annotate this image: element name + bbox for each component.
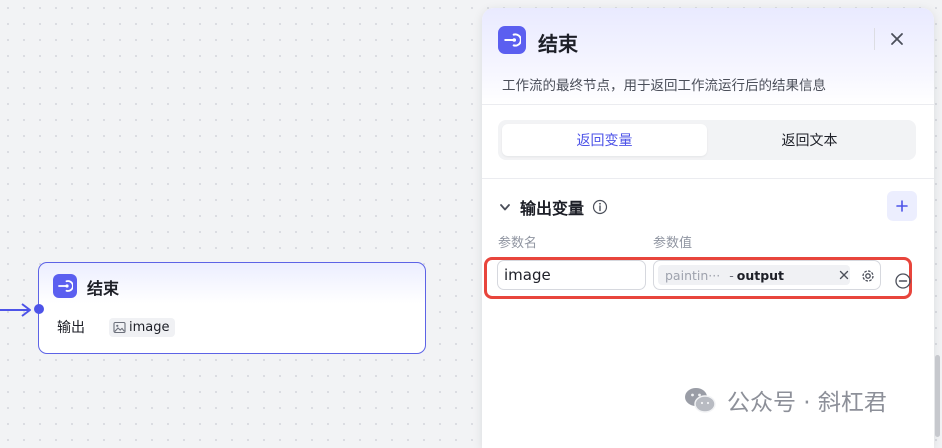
watermark: 公众号 · 斜杠君 (683, 383, 887, 417)
panel-description: 工作流的最终节点，用于返回工作流运行后的结果信息 (502, 78, 826, 94)
node-output-tag: image (109, 317, 175, 337)
end-node-icon (53, 274, 77, 298)
chevron-down-icon[interactable] (498, 200, 512, 214)
param-row: paintin··· - output (482, 256, 934, 300)
tab-return-text[interactable]: 返回文本 (707, 124, 912, 156)
watermark-text: 公众号 · 斜杠君 (727, 390, 887, 416)
node-output-row: 输出 image (57, 317, 175, 337)
header-divider (874, 28, 875, 50)
end-node[interactable]: 结束 输出 image (34, 262, 426, 354)
panel-title: 结束 (538, 32, 578, 56)
output-variables-header: 输出变量 (498, 195, 608, 219)
node-output-label: 输出 (57, 320, 85, 336)
plus-icon (896, 200, 908, 212)
column-header-value: 参数值 (653, 236, 693, 251)
gear-icon[interactable] (859, 267, 877, 285)
reference-output-field: output (736, 267, 785, 283)
section-title: 输出变量 (520, 199, 585, 218)
node-output-value: image (129, 319, 170, 335)
close-icon (891, 33, 903, 45)
clear-x-icon (839, 270, 849, 280)
node-settings-panel: 结束 工作流的最终节点，用于返回工作流运行后的结果信息 返回变量 返回文本 输出… (482, 8, 934, 448)
param-value-field[interactable]: paintin··· - output (653, 260, 881, 290)
panel-scrollbar[interactable] (935, 355, 940, 437)
end-node-icon (498, 26, 526, 54)
info-icon[interactable] (592, 199, 608, 215)
section-divider (482, 178, 934, 179)
wechat-icon (685, 388, 716, 413)
tab-return-variables[interactable]: 返回变量 (502, 124, 707, 156)
node-input-handle[interactable] (34, 304, 44, 314)
minus-circle-icon[interactable] (894, 272, 912, 290)
clear-reference-button[interactable] (834, 265, 854, 285)
column-header-name: 参数名 (498, 236, 538, 251)
panel-header: 结束 工作流的最终节点，用于返回工作流运行后的结果信息 (482, 8, 934, 105)
return-mode-tabs: 返回变量 返回文本 (498, 120, 916, 160)
close-button[interactable] (884, 26, 910, 52)
add-variable-button[interactable] (887, 191, 917, 221)
reference-separator: - (729, 267, 734, 283)
variable-reference-chip: paintin··· - output (658, 265, 850, 285)
node-title: 结束 (87, 279, 120, 298)
reference-source-node: paintin··· (665, 267, 721, 283)
param-name-input[interactable] (497, 260, 646, 290)
image-icon (113, 321, 126, 333)
